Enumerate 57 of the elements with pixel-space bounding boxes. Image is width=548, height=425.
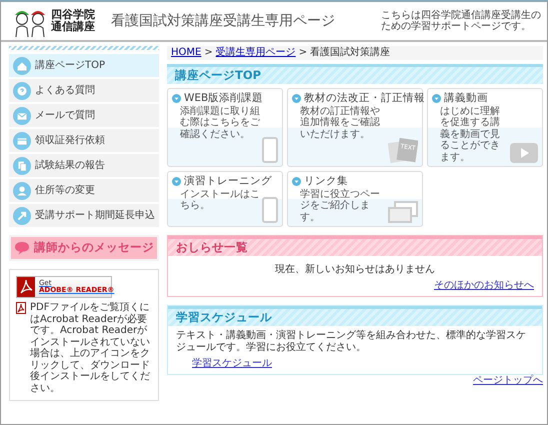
sidebar-item[interactable]: 領収証発行依頼 [9, 129, 159, 152]
bullet-icon [292, 176, 301, 186]
schedule-heading: 学習スケジュール [168, 306, 542, 326]
pdf-icon [17, 277, 35, 297]
card-description: インストールはこちら。 [179, 188, 260, 212]
card-title: 講義動画 [444, 92, 488, 105]
card-title: WEB版添削課題 [184, 92, 264, 105]
sidebar-item[interactable]: 住所等の変更 [9, 179, 159, 202]
home-icon [13, 56, 31, 74]
notice-message: 現在、新しいお知らせはありません [274, 264, 436, 276]
pdf-icon [16, 302, 26, 314]
more-notices-link[interactable]: そのほかのお知らせへ [434, 280, 534, 292]
page-title: 看護国試対策講座受講生専用ページ [111, 12, 335, 30]
card-title: リンク集 [304, 175, 348, 188]
page-top-link[interactable]: ページトップへ [473, 375, 543, 386]
windows-icon [388, 201, 418, 224]
card-icon [13, 132, 31, 150]
card-description: 学習に役立つページをご紹介します。 [299, 188, 381, 224]
mail-icon [13, 106, 31, 124]
logo-text: 四谷学院 [51, 8, 95, 21]
tablet-icon [262, 197, 278, 224]
speech-bubble-icon [14, 241, 30, 255]
breadcrumb-separator: > [298, 47, 308, 59]
tablet-icon [262, 137, 278, 164]
breadcrumb-link[interactable]: 受講生専用ページ [216, 47, 296, 59]
question-icon [13, 82, 31, 100]
notice-heading: おしらせ一覧 [168, 236, 542, 256]
feature-card[interactable]: WEB版添削課題 添削課題に取り組む際はこちらをご確認ください。 [167, 88, 283, 168]
bullet-icon [432, 94, 441, 103]
card-title: 演習トレーニング [184, 175, 272, 188]
card-description: 添削課題に取り組む際はこちらをご確認ください。 [179, 106, 260, 140]
bullet-icon [172, 94, 181, 103]
breadcrumb-separator: > [204, 47, 213, 59]
documents-icon [13, 156, 31, 174]
feature-card[interactable]: 演習トレーニング インストールはこちら。 [167, 171, 283, 228]
sidebar-item[interactable]: メールで質問 [9, 104, 159, 127]
play-button-icon [510, 143, 538, 164]
schedule-link[interactable]: 学習スケジュール [192, 358, 272, 370]
section-heading: 講座ページTOP [167, 64, 543, 84]
card-title: 教材の法改正・訂正情報 [304, 92, 425, 105]
bullet-icon [292, 94, 301, 103]
adobe-note-text: PDFファイルをご覧頂くにはAcrobat Readerが必要です。Acrobat Readerがインストールされていない場合は、上のアイコンをクリックして、ダウンロード後インストールをしてください。 [30, 302, 151, 394]
sidebar-item[interactable]: 講座ページTOP [9, 54, 159, 77]
breadcrumb-link[interactable]: HOME [171, 47, 202, 59]
card-description: はじめに理解を促進する講義を動画で見ることができます。 [439, 106, 501, 164]
bullet-icon [172, 176, 181, 186]
person-icon [13, 182, 31, 200]
breadcrumb-current: 看護国試対策講座 [310, 47, 390, 59]
sidebar-item[interactable]: 試験結果の報告 [9, 154, 159, 177]
feature-card[interactable]: リンク集 学習に役立つページをご紹介します。 [287, 171, 423, 228]
tagline-text: こちらは四谷学院通信講座受講生のための学習サポートページです。 [381, 10, 541, 32]
sidebar-item[interactable]: よくある質問 [9, 79, 159, 102]
feature-card[interactable]: 講義動画 はじめに理解を促進する講義を動画で見ることができます。 [427, 88, 543, 168]
card-description: 教材の訂正情報や追加情報をご確認いただけます。 [299, 106, 381, 140]
sidebar-item[interactable]: 受講サポート期間延長申込 [9, 204, 159, 227]
logo-text: 通信講座 [51, 21, 95, 34]
schedule-text: テキスト・講義動画・演習トレーニング等を組み合わせた、標準的な学習スケジュールです。学習にお役立てください。 [176, 330, 527, 354]
